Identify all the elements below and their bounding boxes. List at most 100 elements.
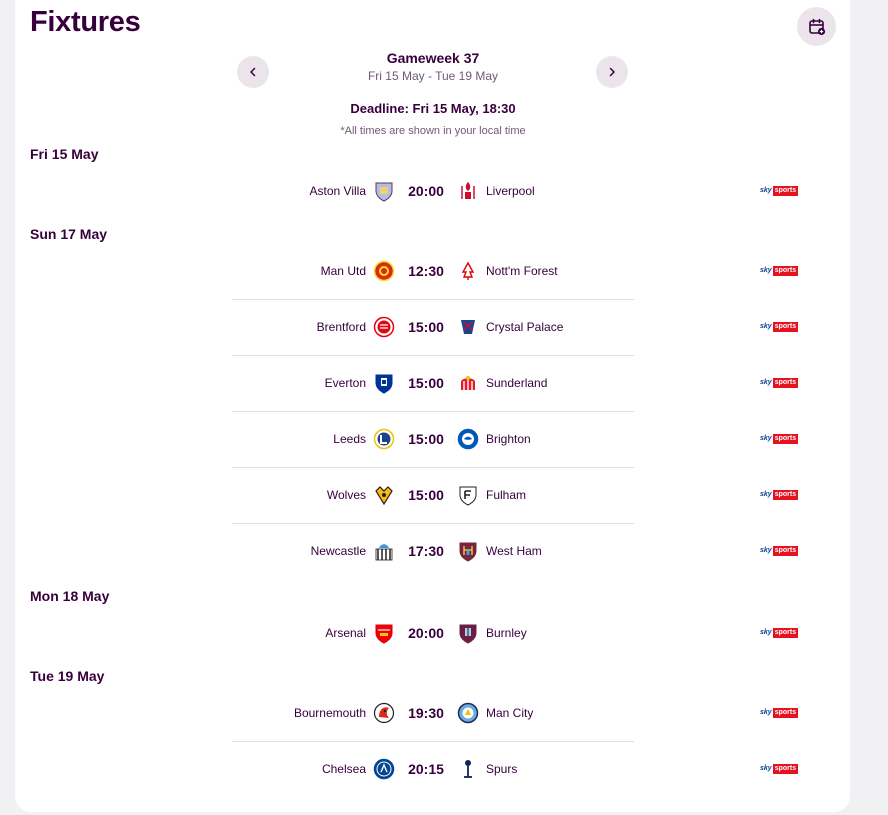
kickoff-time: 20:00 [408, 183, 444, 199]
page-title: Fixtures [30, 6, 141, 38]
broadcaster-sports-text: sports [772, 322, 799, 332]
broadcaster-sports-text: sports [772, 434, 799, 444]
broadcaster-sports-text: sports [772, 764, 799, 774]
fixture-row[interactable]: Bournemouth 19:30 Man City sky sports [0, 685, 888, 741]
kickoff-time: 17:30 [408, 543, 444, 559]
sky-sports-logo: sky sports [760, 378, 799, 388]
fixture-row[interactable]: Newcastle 17:30 West Ham sky sports [0, 523, 888, 579]
day-heading: Fri 15 May [30, 146, 99, 162]
kickoff-time: 15:00 [408, 431, 444, 447]
home-team-name: Arsenal [325, 626, 366, 640]
leeds-badge-icon [373, 428, 395, 450]
man-city-badge-icon [457, 702, 479, 724]
brighton-badge-icon [457, 428, 479, 450]
broadcaster-sports-text: sports [772, 490, 799, 500]
sky-sports-logo: sky sports [760, 708, 799, 718]
broadcaster-sky-text: sky [760, 765, 772, 772]
broadcaster-sky-text: sky [760, 629, 772, 636]
sky-sports-logo: sky sports [760, 764, 799, 774]
broadcaster-sky-text: sky [760, 379, 772, 386]
fulham-badge-icon [457, 484, 479, 506]
chelsea-badge-icon [373, 758, 395, 780]
broadcaster-sports-text: sports [772, 546, 799, 556]
newcastle-badge-icon [373, 540, 395, 562]
burnley-badge-icon [457, 622, 479, 644]
crystal-palace-badge-icon [457, 316, 479, 338]
home-team-name: Brentford [316, 320, 366, 334]
sky-sports-logo: sky sports [760, 186, 799, 196]
nott-m-forest-badge-icon [457, 260, 479, 282]
fixture-row[interactable]: Arsenal 20:00 Burnley sky sports [0, 605, 888, 661]
add-to-calendar-button[interactable] [797, 7, 836, 46]
kickoff-time: 20:00 [408, 625, 444, 641]
kickoff-time: 15:00 [408, 487, 444, 503]
home-team-name: Newcastle [310, 544, 366, 558]
broadcaster-sports-text: sports [772, 628, 799, 638]
day-heading: Sun 17 May [30, 226, 108, 242]
away-team-name: West Ham [486, 544, 542, 558]
home-team-name: Aston Villa [309, 184, 366, 198]
broadcaster-sky-text: sky [760, 709, 772, 716]
fixture-row[interactable]: Everton 15:00 Sunderland sky sports [0, 355, 888, 411]
bournemouth-badge-icon [373, 702, 395, 724]
away-team-name: Liverpool [486, 184, 535, 198]
wolves-badge-icon [373, 484, 395, 506]
everton-badge-icon [373, 372, 395, 394]
kickoff-time: 20:15 [408, 761, 444, 777]
away-team-name: Brighton [486, 432, 531, 446]
day-heading: Mon 18 May [30, 588, 110, 604]
kickoff-time: 12:30 [408, 263, 444, 279]
sky-sports-logo: sky sports [760, 628, 799, 638]
broadcaster-sky-text: sky [760, 187, 772, 194]
broadcaster-sports-text: sports [772, 266, 799, 276]
home-team-name: Chelsea [321, 762, 366, 776]
gameweek-title: Gameweek 37 [386, 50, 480, 66]
broadcaster-sports-text: sports [772, 378, 799, 388]
broadcaster-sports-text: sports [772, 186, 799, 196]
kickoff-time: 15:00 [408, 375, 444, 391]
fixture-row[interactable]: Chelsea 20:15 Spurs sky sports [0, 741, 888, 797]
broadcaster-sky-text: sky [760, 435, 772, 442]
sky-sports-logo: sky sports [760, 322, 799, 332]
brentford-badge-icon [373, 316, 395, 338]
sky-sports-logo: sky sports [760, 266, 799, 276]
west-ham-badge-icon [457, 540, 479, 562]
broadcaster-sports-text: sports [772, 708, 799, 718]
spurs-badge-icon [457, 758, 479, 780]
away-team-name: Crystal Palace [486, 320, 564, 334]
away-team-name: Nott'm Forest [486, 264, 558, 278]
liverpool-badge-icon [457, 180, 479, 202]
gameweek-deadline: Deadline: Fri 15 May, 18:30 [350, 101, 516, 116]
away-team-name: Man City [486, 706, 534, 720]
kickoff-time: 15:00 [408, 319, 444, 335]
away-team-name: Fulham [486, 488, 527, 502]
sky-sports-logo: sky sports [760, 546, 799, 556]
gameweek-date-range: Fri 15 May - Tue 19 May [367, 69, 499, 83]
broadcaster-sky-text: sky [760, 491, 772, 498]
fixture-row[interactable]: Man Utd 12:30 Nott'm Forest sky sports [0, 243, 888, 299]
day-heading: Tue 19 May [30, 668, 105, 684]
aston-villa-badge-icon [373, 180, 395, 202]
fixture-row[interactable]: Aston Villa 20:00 Liverpool sky sports [0, 163, 888, 219]
away-team-name: Burnley [486, 626, 527, 640]
home-team-name: Leeds [333, 432, 366, 446]
fixture-row[interactable]: Leeds 15:00 Brighton sky sports [0, 411, 888, 467]
sky-sports-logo: sky sports [760, 434, 799, 444]
sky-sports-logo: sky sports [760, 490, 799, 500]
kickoff-time: 19:30 [408, 705, 444, 721]
broadcaster-sky-text: sky [760, 323, 772, 330]
home-team-name: Everton [324, 376, 366, 390]
calendar-add-icon [808, 18, 825, 35]
man-utd-badge-icon [373, 260, 395, 282]
home-team-name: Man Utd [320, 264, 366, 278]
away-team-name: Spurs [486, 762, 518, 776]
sunderland-badge-icon [457, 372, 479, 394]
home-team-name: Wolves [326, 488, 366, 502]
fixture-row[interactable]: Brentford 15:00 Crystal Palace sky sports [0, 299, 888, 355]
broadcaster-sky-text: sky [760, 267, 772, 274]
arsenal-badge-icon [373, 622, 395, 644]
home-team-name: Bournemouth [293, 706, 366, 720]
fixture-row[interactable]: Wolves 15:00 Fulham sky sports [0, 467, 888, 523]
timezone-note: *All times are shown in your local time [340, 125, 526, 137]
broadcaster-sky-text: sky [760, 547, 772, 554]
